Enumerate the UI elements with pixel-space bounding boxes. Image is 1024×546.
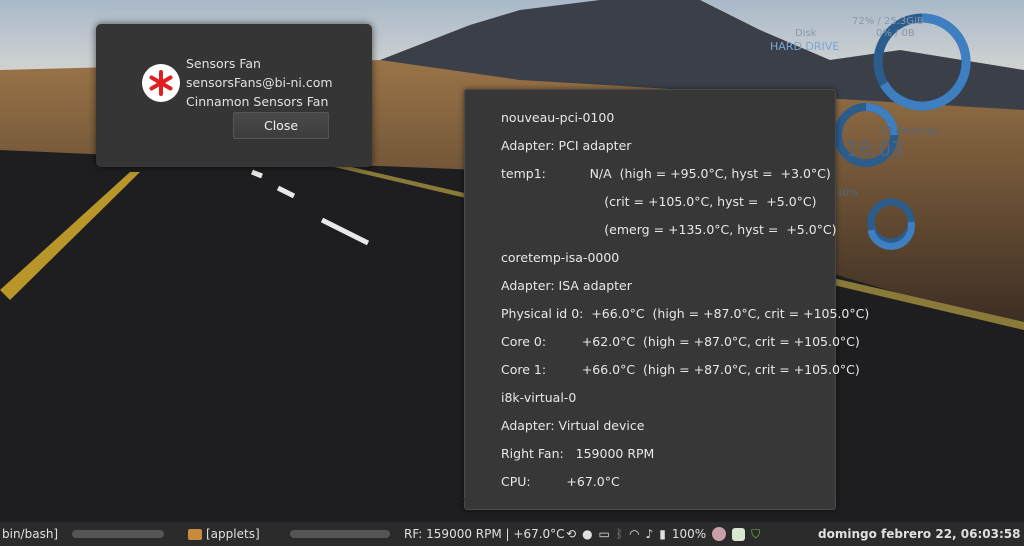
notification-title: Sensors Fan [186, 56, 261, 71]
folder-icon [188, 528, 202, 540]
taskbar: bin/bash] [applets] RF: 159000 RPM | +67… [0, 522, 1024, 546]
sensor-row: Adapter: Virtual device [501, 418, 645, 433]
display-icon[interactable]: ▭ [599, 527, 610, 541]
sensor-row: CPU: +67.0°C [501, 474, 620, 489]
conky-day: 22 domingo [880, 126, 940, 137]
bluetooth-icon[interactable]: ᛒ [616, 527, 623, 541]
clock[interactable]: domingo febrero 22, 06:03:58 PM [818, 522, 1024, 546]
conky-percent: 30% [836, 188, 859, 199]
terminal-label: bin/bash] [2, 527, 59, 541]
asterisk-icon [142, 64, 180, 102]
sensors-applet[interactable]: RF: 159000 RPM | +67.0°C [404, 522, 565, 546]
folder-label: [applets] [206, 527, 260, 541]
user-icon[interactable]: ● [582, 527, 592, 541]
sensors-applet-label: RF: 159000 RPM | +67.0°C [404, 527, 565, 541]
sensor-row: coretemp-isa-0000 [501, 250, 620, 265]
clock-label: domingo febrero 22, 06:03:58 PM [818, 527, 1024, 541]
sensor-row: Core 1: +66.0°C (high = +87.0°C, crit = … [501, 362, 860, 377]
sensor-row: Adapter: PCI adapter [501, 138, 632, 153]
conky-drive-label: HARD DRIVE [770, 40, 840, 53]
sensor-row: i8k-virtual-0 [501, 390, 577, 405]
sound-icon[interactable]: ♪ [646, 527, 654, 541]
conky-disk-label: Disk [795, 28, 817, 39]
system-tray: ⟲ ● ▭ ᛒ ◠ ♪ ▮ 100% ⛉ [566, 522, 760, 546]
battery-icon[interactable]: ▮ [659, 527, 666, 541]
shield-icon[interactable]: ⛉ [751, 527, 760, 542]
taskbar-blurred-window[interactable] [72, 522, 172, 546]
sensor-row: Core 0: +62.0°C (high = +87.0°C, crit = … [501, 334, 860, 349]
taskbar-blurred-window-2[interactable] [290, 522, 395, 546]
battery-label: 100% [671, 527, 707, 541]
avatar-icon[interactable] [712, 527, 727, 541]
sensor-row: (crit = +105.0°C, hyst = +5.0°C) [501, 194, 817, 209]
conky-disk-free: 0% / 0B [876, 28, 915, 39]
notes-icon[interactable] [732, 527, 746, 541]
sensor-row: Adapter: ISA adapter [501, 278, 632, 293]
sensors-popup: nouveau-pci-0100 Adapter: PCI adapter temp… [463, 89, 869, 510]
sensor-row: (emerg = +135.0°C, hyst = +5.0°C) [501, 222, 837, 237]
refresh-icon[interactable]: ⟲ [566, 527, 576, 541]
conky-disk-usage: 72% / 25.3GiB [852, 16, 924, 27]
popup-arrow [463, 498, 477, 508]
conky-time: 18:03 [846, 137, 904, 161]
sensor-row: Physical id 0: +66.0°C (high = +87.0°C, … [501, 306, 870, 321]
sensor-row: Right Fan: 159000 RPM [501, 446, 655, 461]
sensor-row: nouveau-pci-0100 [501, 110, 615, 125]
wifi-icon[interactable]: ◠ [629, 527, 639, 541]
taskbar-terminal[interactable]: bin/bash] [0, 522, 70, 546]
notification-description: Cinnamon Sensors Fan [186, 94, 329, 109]
sensor-row: temp1: N/A (high = +95.0°C, hyst = +3.0°… [501, 166, 831, 181]
close-button[interactable]: Close [233, 112, 329, 139]
notification-dialog: Sensors Fan sensorsFans@bi-ni.com Cinnam… [96, 24, 372, 167]
taskbar-applets-folder[interactable]: [applets] [188, 522, 278, 546]
notification-email: sensorsFans@bi-ni.com [186, 75, 333, 90]
